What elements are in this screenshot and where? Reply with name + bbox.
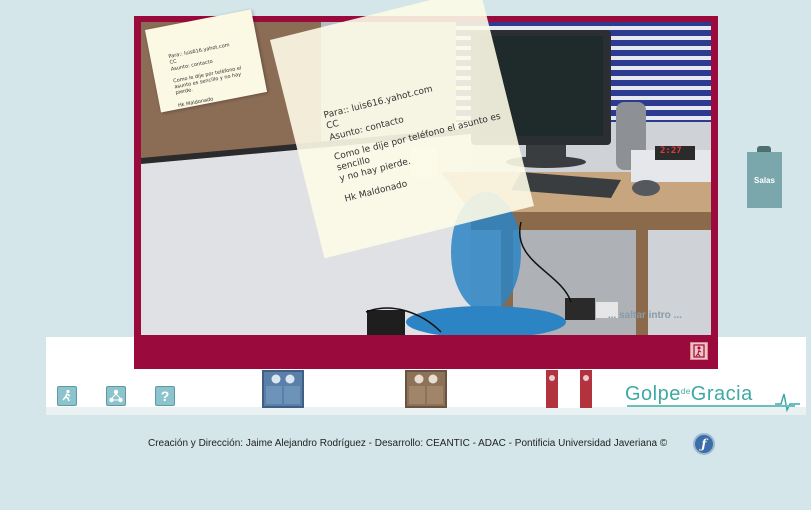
brand-part1: Golpe xyxy=(625,383,681,405)
exit-runner-icon xyxy=(62,389,71,402)
clock-display: 2:27 xyxy=(660,146,682,156)
door-brown-icon xyxy=(409,374,443,404)
door-open-icon xyxy=(546,370,592,408)
door-red-open[interactable] xyxy=(546,370,592,408)
flash-icon[interactable]: ƒ xyxy=(693,433,715,455)
door-brown[interactable] xyxy=(405,370,447,408)
stage-exit-button[interactable] xyxy=(690,342,708,360)
exit-button[interactable] xyxy=(57,386,77,406)
exit-door-icon xyxy=(693,344,705,358)
brand-middle: de xyxy=(680,387,691,396)
help-button[interactable]: ? xyxy=(155,386,175,406)
brand-part2: Gracia xyxy=(690,383,753,405)
skip-intro-link[interactable]: ... saltar intro ... xyxy=(608,310,682,321)
credits-text: Creación y Dirección: Jaime Alejandro Ro… xyxy=(148,438,668,449)
salas-tab[interactable]: Salas xyxy=(747,152,782,208)
door-blue[interactable] xyxy=(262,370,304,408)
map-icon xyxy=(109,389,123,403)
door-blue-icon xyxy=(266,374,300,404)
brand-underline xyxy=(627,405,795,407)
brand-logo: GolpedeGracia xyxy=(625,383,753,406)
pulse-icon xyxy=(775,393,800,412)
map-button[interactable] xyxy=(106,386,126,406)
